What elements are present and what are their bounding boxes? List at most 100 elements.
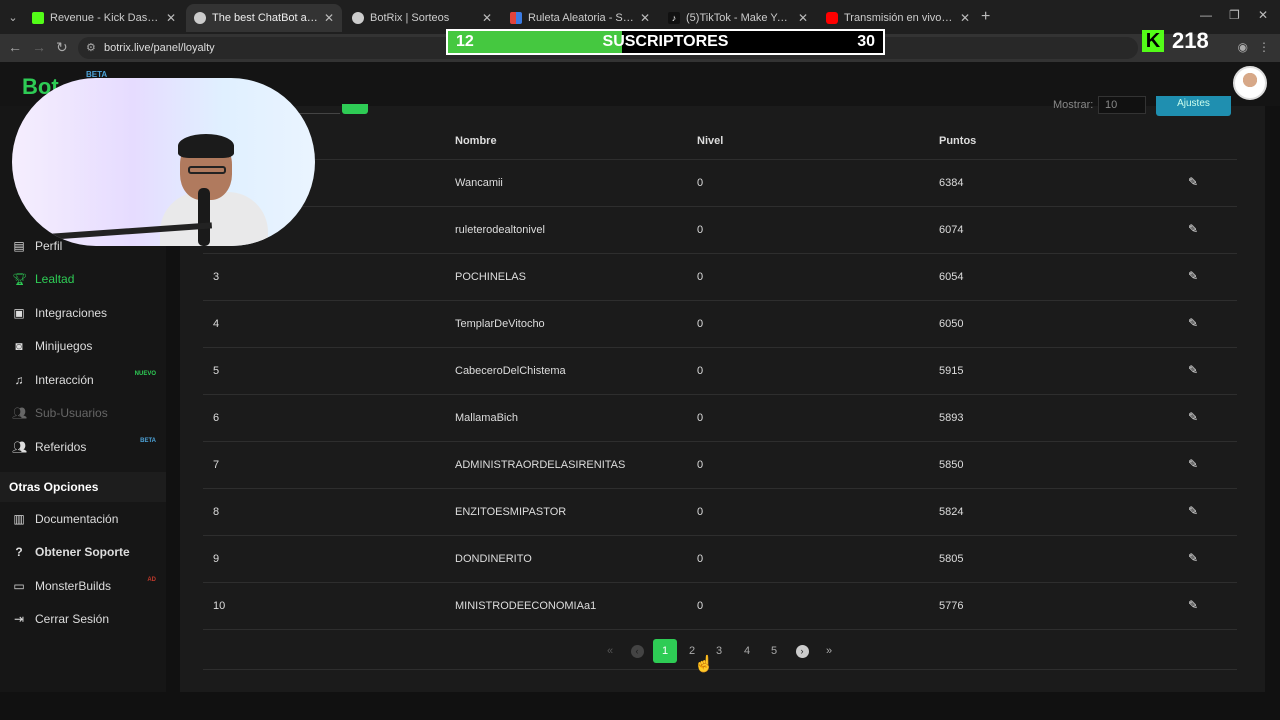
forward-arrow-icon[interactable]: → xyxy=(32,39,46,55)
tiktok-favicon-icon: ♪ xyxy=(668,12,680,24)
rank-cell: 5 xyxy=(213,365,220,377)
edit-pencil-icon[interactable]: ✎ xyxy=(1188,363,1198,377)
search-button[interactable] xyxy=(342,104,368,114)
new-tab-plus-icon[interactable]: + xyxy=(981,8,990,26)
sidebar-item-monsterbuilds[interactable]: ▭ MonsterBuilds AD xyxy=(0,571,166,601)
first-page-button[interactable]: « xyxy=(598,639,622,663)
menu-dots-icon[interactable]: ⋮ xyxy=(1258,40,1270,54)
next-page-button[interactable]: › xyxy=(790,639,814,663)
table-row: 4 TemplarDeVitocho 0 6050 ✎ xyxy=(203,301,1237,348)
browser-tab[interactable]: BotRix | Sorteos ✕ xyxy=(344,4,500,32)
close-tab-icon[interactable]: ✕ xyxy=(324,11,334,25)
page-5-button[interactable]: 5 xyxy=(762,639,786,663)
points-cell: 5850 xyxy=(939,459,964,471)
rank-cell: 6 xyxy=(213,412,220,424)
level-cell: 0 xyxy=(697,459,704,471)
column-header-nombre[interactable]: Nombre xyxy=(455,135,497,147)
column-header-nivel[interactable]: Nivel xyxy=(697,135,723,147)
reload-icon[interactable]: ↻ xyxy=(56,39,68,56)
integrations-icon: ▣ xyxy=(13,306,25,320)
name-cell: ENZITOESMIPASTOR xyxy=(455,506,567,518)
restore-icon[interactable]: ❐ xyxy=(1229,8,1240,22)
points-cell: 6074 xyxy=(939,224,964,236)
sidebar-item-integraciones[interactable]: ▣ Integraciones xyxy=(0,298,166,328)
browser-tab[interactable]: Revenue - Kick Dashboard ✕ xyxy=(24,4,184,32)
edit-pencil-icon[interactable]: ✎ xyxy=(1188,222,1198,236)
table-row: Wancamii 0 6384 ✎ xyxy=(203,160,1237,207)
prev-page-button[interactable]: ‹ xyxy=(625,639,649,663)
edit-pencil-icon[interactable]: ✎ xyxy=(1188,269,1198,283)
pagination: « ‹ 1 2 3 4 5 › » xyxy=(203,632,1237,670)
points-cell: 5824 xyxy=(939,506,964,518)
trophy-icon: 🏆︎ xyxy=(12,272,28,286)
settings-button[interactable]: Ajustes xyxy=(1156,96,1231,116)
rank-cell: 10 xyxy=(213,600,226,612)
rank-cell: 3 xyxy=(213,271,220,283)
last-page-button[interactable]: » xyxy=(817,639,841,663)
profile-icon[interactable]: ◉ xyxy=(1238,40,1248,54)
page-4-button[interactable]: 4 xyxy=(735,639,759,663)
edit-pencil-icon[interactable]: ✎ xyxy=(1188,410,1198,424)
browser-tab[interactable]: Ruleta Aleatoria - Selector Perso ✕ xyxy=(502,4,658,32)
minimize-icon[interactable]: — xyxy=(1200,8,1212,22)
sidebar-item-referidos[interactable]: 👥︎ Referidos BETA xyxy=(0,432,166,462)
sidebar-item-obtener-soporte[interactable]: ? Obtener Soporte xyxy=(0,537,166,567)
edit-pencil-icon[interactable]: ✎ xyxy=(1188,598,1198,612)
column-header-puntos[interactable]: Puntos xyxy=(939,135,976,147)
name-cell: MINISTRODEECONOMIAa1 xyxy=(455,600,597,612)
subscriber-current: 12 xyxy=(456,33,474,50)
music-icon: ♫ xyxy=(14,373,24,387)
name-cell: CabeceroDelChistema xyxy=(455,365,566,377)
webcam-microphone xyxy=(198,188,210,246)
edit-pencil-icon[interactable]: ✎ xyxy=(1188,316,1198,330)
close-tab-icon[interactable]: ✕ xyxy=(166,11,176,25)
botrix-favicon-icon xyxy=(194,12,206,24)
level-cell: 0 xyxy=(697,553,704,565)
close-window-icon[interactable]: ✕ xyxy=(1258,8,1268,22)
sidebar-item-documentacion[interactable]: ▥ Documentación xyxy=(0,504,166,534)
show-label: Mostrar: xyxy=(1053,99,1094,111)
points-cell: 6050 xyxy=(939,318,964,330)
botrix-favicon-icon xyxy=(352,12,364,24)
browser-tab[interactable]: ♪ (5)TikTok - Make Your Day ✕ xyxy=(660,4,816,32)
sidebar-item-cerrar-sesion[interactable]: ⇥ Cerrar Sesión xyxy=(0,604,166,634)
points-cell: 5915 xyxy=(939,365,964,377)
edit-pencil-icon[interactable]: ✎ xyxy=(1188,457,1198,471)
webcam-person-hair xyxy=(178,134,234,158)
show-count-select[interactable]: 10 xyxy=(1098,96,1146,114)
points-cell: 6054 xyxy=(939,271,964,283)
rank-cell: 7 xyxy=(213,459,220,471)
browser-tab-active[interactable]: The best ChatBot and Widgets ✕ xyxy=(186,4,342,32)
user-avatar[interactable] xyxy=(1233,66,1267,100)
level-cell: 0 xyxy=(697,177,704,189)
points-cell: 6384 xyxy=(939,177,964,189)
back-arrow-icon[interactable]: ← xyxy=(8,39,22,55)
kick-follower-counter: K 218 xyxy=(1142,28,1209,54)
webcam-overlay xyxy=(12,78,315,246)
book-icon: ▥ xyxy=(13,512,25,526)
edit-pencil-icon[interactable]: ✎ xyxy=(1188,175,1198,189)
sidebar-item-interaccion[interactable]: ♫ Interacción NUEVO xyxy=(0,365,166,395)
tab-search-chevron-icon[interactable]: ⌄ xyxy=(4,9,22,27)
site-info-icon[interactable]: ⚙ xyxy=(86,41,96,54)
table-row: 3 POCHINELAS 0 6054 ✎ xyxy=(203,254,1237,301)
sidebar-item-minijuegos[interactable]: ◙ Minijuegos xyxy=(0,331,166,361)
browser-tab[interactable]: Transmisión en vivo - YouTube ✕ xyxy=(818,4,978,32)
level-cell: 0 xyxy=(697,412,704,424)
edit-pencil-icon[interactable]: ✎ xyxy=(1188,504,1198,518)
beta-badge: BETA xyxy=(140,438,156,444)
close-tab-icon[interactable]: ✕ xyxy=(482,11,492,25)
sidebar-item-lealtad[interactable]: 🏆︎ Lealtad xyxy=(0,264,166,294)
name-cell: POCHINELAS xyxy=(455,271,526,283)
close-tab-icon[interactable]: ✕ xyxy=(960,11,970,25)
sidebar-item-sub-usuarios[interactable]: 👥︎ Sub-Usuarios xyxy=(0,398,166,428)
ad-badge: AD xyxy=(147,577,156,583)
kick-logo-icon: K xyxy=(1142,30,1164,52)
level-cell: 0 xyxy=(697,365,704,377)
page-1-button[interactable]: 1 xyxy=(653,639,677,663)
close-tab-icon[interactable]: ✕ xyxy=(798,11,808,25)
name-cell: MallamaBich xyxy=(455,412,518,424)
help-icon: ? xyxy=(15,545,23,559)
close-tab-icon[interactable]: ✕ xyxy=(640,11,650,25)
edit-pencil-icon[interactable]: ✎ xyxy=(1188,551,1198,565)
